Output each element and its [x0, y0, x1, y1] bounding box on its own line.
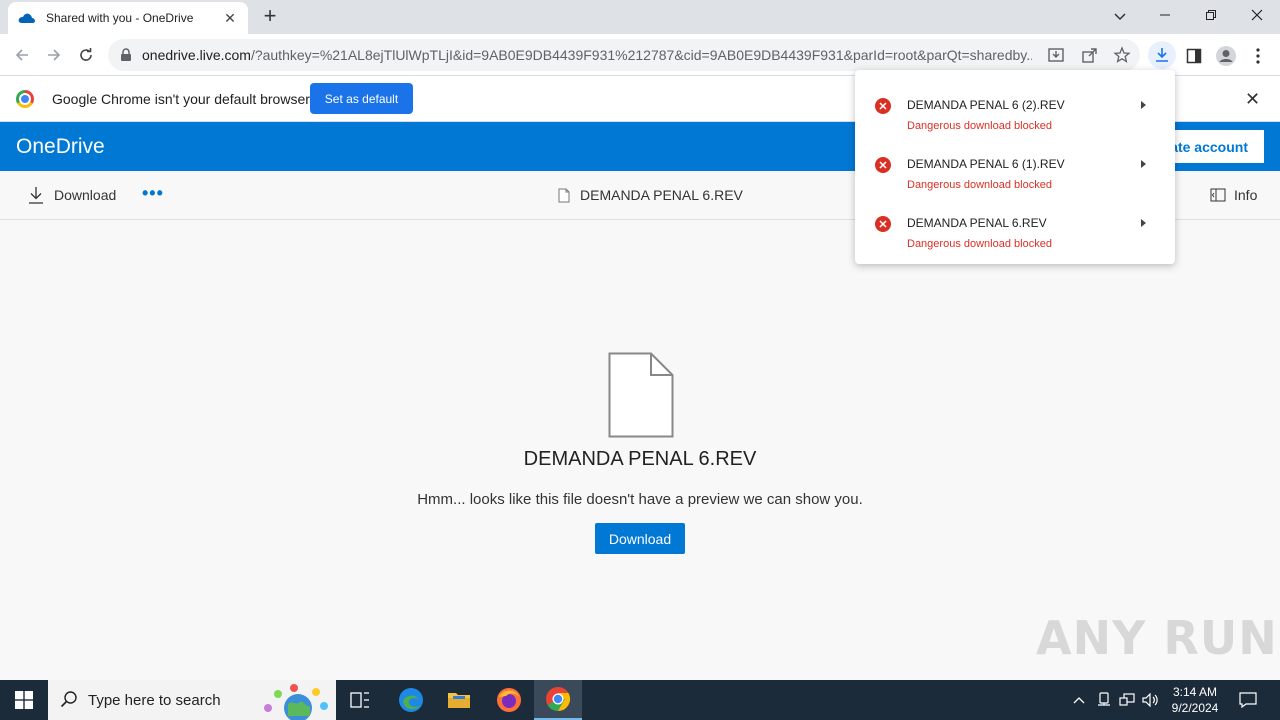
- close-window-button[interactable]: [1234, 0, 1280, 30]
- url-host: onedrive.live.com: [142, 47, 251, 63]
- task-view-icon: [350, 692, 369, 708]
- url-text[interactable]: onedrive.live.com/?authkey=%21AL8ejTlUlW…: [142, 47, 1032, 63]
- chrome-icon: [546, 687, 571, 711]
- tab-onedrive[interactable]: Shared with you - OneDrive ✕: [8, 2, 248, 34]
- onedrive-cloud-icon: [18, 13, 35, 23]
- expand-arrow-icon[interactable]: [1141, 160, 1146, 168]
- share-icon[interactable]: [1081, 46, 1099, 64]
- more-actions-button[interactable]: •••: [142, 183, 164, 204]
- restore-button[interactable]: [1188, 0, 1234, 30]
- install-app-icon[interactable]: [1047, 46, 1065, 64]
- folder-icon: [448, 693, 470, 708]
- edge-icon: [399, 688, 423, 712]
- download-item[interactable]: ✕ DEMANDA PENAL 6.REV Dangerous download…: [855, 196, 1175, 255]
- download-item[interactable]: ✕ DEMANDA PENAL 6 (2).REV Dangerous down…: [855, 78, 1175, 137]
- preview-download-button[interactable]: Download: [595, 523, 685, 554]
- profile-button[interactable]: [1213, 43, 1239, 69]
- info-pane-icon: [1210, 188, 1226, 202]
- infobar-close-icon[interactable]: ✕: [1245, 89, 1260, 110]
- windows-taskbar: Type here to search 3:14 AM 9/2/2024: [0, 680, 1280, 720]
- expand-arrow-icon[interactable]: [1141, 219, 1146, 227]
- large-document-icon: [608, 352, 674, 438]
- windows-logo-icon: [15, 691, 33, 709]
- command-download-label: Download: [54, 187, 117, 203]
- tab-search-chevron-icon[interactable]: [1108, 4, 1132, 28]
- download-icon: [1156, 48, 1168, 62]
- firefox-icon: [497, 688, 521, 712]
- avatar-icon: [1216, 46, 1236, 66]
- tab-close-icon[interactable]: ✕: [222, 10, 238, 27]
- onedrive-brand[interactable]: OneDrive: [16, 135, 105, 159]
- no-preview-message: Hmm... looks like this file doesn't have…: [417, 491, 863, 508]
- downloads-bubble: ✕ DEMANDA PENAL 6 (2).REV Dangerous down…: [855, 70, 1175, 264]
- expand-arrow-icon[interactable]: [1141, 101, 1146, 109]
- search-placeholder: Type here to search: [88, 692, 221, 709]
- taskbar-edge[interactable]: [387, 680, 435, 720]
- taskbar-firefox[interactable]: [485, 680, 533, 720]
- download-file-name: DEMANDA PENAL 6 (2).REV: [907, 98, 1065, 112]
- url-path: /?authkey=%21AL8ejTlUlWpTLjI&id=9AB0E9DB…: [250, 47, 1032, 63]
- taskbar-search-box[interactable]: Type here to search: [48, 680, 336, 720]
- reload-button[interactable]: [73, 42, 99, 68]
- taskbar-file-explorer[interactable]: [435, 680, 483, 720]
- document-icon: [558, 188, 570, 202]
- tab-title: Shared with you - OneDrive: [46, 11, 194, 25]
- network-button[interactable]: [1116, 680, 1138, 720]
- volume-button[interactable]: [1140, 680, 1162, 720]
- lock-icon[interactable]: [120, 48, 132, 62]
- clock-date: 9/2/2024: [1171, 701, 1219, 715]
- chevron-up-icon: [1073, 697, 1085, 704]
- info-label: Info: [1234, 187, 1258, 203]
- set-as-default-button[interactable]: Set as default: [310, 83, 413, 114]
- chrome-logo-icon: [16, 90, 34, 108]
- task-view-button[interactable]: [336, 680, 384, 720]
- download-file-name: DEMANDA PENAL 6.REV: [907, 216, 1047, 230]
- network-icon: [1119, 693, 1135, 706]
- search-highlight-globe-icon: [264, 684, 328, 720]
- taskbar-chrome[interactable]: [534, 680, 582, 720]
- infobar-message: Google Chrome isn't your default browser: [52, 91, 310, 107]
- kebab-menu-icon: [1256, 48, 1260, 64]
- preview-file-title: DEMANDA PENAL 6.REV: [523, 448, 757, 470]
- download-status: Dangerous download blocked: [907, 120, 1052, 132]
- command-download-button[interactable]: Download: [28, 186, 116, 204]
- new-tab-button[interactable]: +: [258, 4, 282, 28]
- error-icon: ✕: [875, 216, 891, 232]
- download-status: Dangerous download blocked: [907, 238, 1052, 250]
- show-hidden-icons-button[interactable]: [1068, 680, 1090, 720]
- chrome-menu-button[interactable]: [1245, 43, 1271, 69]
- tab-strip: Shared with you - OneDrive ✕ +: [0, 0, 1280, 34]
- download-status: Dangerous download blocked: [907, 179, 1052, 191]
- taskbar-clock[interactable]: 3:14 AM 9/2/2024: [1160, 684, 1230, 716]
- command-file-name: DEMANDA PENAL 6.REV: [558, 187, 743, 203]
- anyrun-watermark: ANY RUN: [1036, 611, 1278, 665]
- download-icon: [29, 187, 43, 204]
- minimize-button[interactable]: [1142, 0, 1188, 30]
- downloads-button[interactable]: [1148, 41, 1176, 69]
- back-button[interactable]: [9, 42, 35, 68]
- file-name-label: DEMANDA PENAL 6.REV: [580, 187, 743, 203]
- address-bar[interactable]: onedrive.live.com/?authkey=%21AL8ejTlUlW…: [108, 39, 1140, 71]
- device-icon: [1098, 692, 1110, 706]
- side-panel-button[interactable]: [1181, 43, 1207, 69]
- side-panel-icon: [1186, 48, 1202, 64]
- error-icon: ✕: [875, 98, 891, 114]
- error-icon: ✕: [875, 157, 891, 173]
- download-file-name: DEMANDA PENAL 6 (1).REV: [907, 157, 1065, 171]
- file-preview-area: DEMANDA PENAL 6.REV Hmm... looks like th…: [0, 221, 1280, 680]
- notification-icon: [1239, 692, 1257, 708]
- start-button[interactable]: [0, 680, 48, 720]
- tray-device-button[interactable]: [1093, 680, 1115, 720]
- bookmark-star-icon[interactable]: [1113, 46, 1131, 64]
- download-item[interactable]: ✕ DEMANDA PENAL 6 (1).REV Dangerous down…: [855, 137, 1175, 196]
- speaker-icon: [1142, 693, 1158, 707]
- notifications-button[interactable]: [1234, 680, 1262, 720]
- search-icon: [60, 691, 77, 708]
- forward-button[interactable]: [41, 42, 67, 68]
- clock-time: 3:14 AM: [1172, 685, 1218, 699]
- info-button[interactable]: Info: [1210, 187, 1257, 203]
